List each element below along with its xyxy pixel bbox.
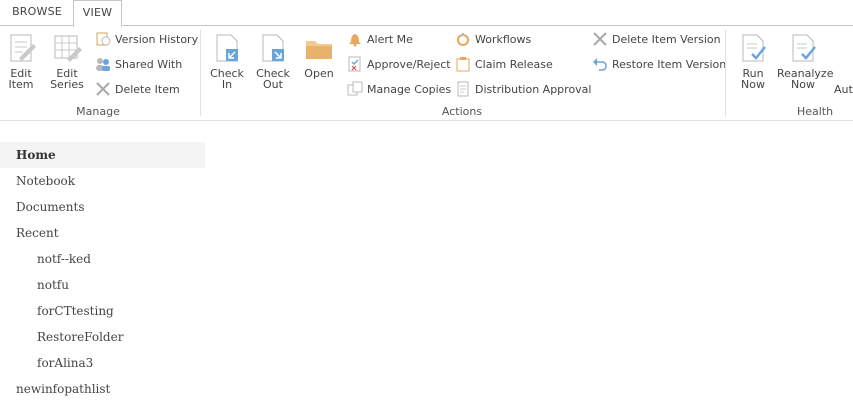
shared-with-icon	[95, 56, 111, 72]
workflows-icon	[455, 31, 471, 47]
open-button[interactable]: Open	[300, 32, 338, 79]
reanalyze-now-icon	[787, 32, 819, 64]
delete-item-version-label: Delete Item Version	[612, 33, 721, 46]
auto-button[interactable]: Auto	[834, 84, 853, 95]
tab-view[interactable]: VIEW	[73, 0, 122, 27]
open-label: Open	[304, 67, 334, 80]
restore-item-version-label: Restore Item Version	[612, 58, 727, 71]
check-out-label: Check Out	[256, 67, 290, 91]
nav-item-recent-forcttesting[interactable]: forCTtesting	[0, 298, 205, 324]
group-divider	[200, 30, 201, 116]
workflows-label: Workflows	[475, 33, 532, 46]
nav-item-newinfopathlist[interactable]: newinfopathlist	[0, 376, 205, 402]
check-out-button[interactable]: Check Out	[254, 32, 292, 90]
actions-group-label: Actions	[441, 105, 483, 118]
shared-with-button[interactable]: Shared With	[95, 56, 182, 74]
reanalyze-now-label: Reanalyze Now	[777, 67, 834, 91]
approve-reject-label: Approve/Reject	[367, 58, 451, 71]
group-divider	[725, 30, 726, 116]
edit-item-icon	[5, 32, 37, 64]
check-in-button[interactable]: Check In	[208, 32, 246, 90]
health-group-label: Health	[796, 105, 834, 118]
alert-me-button[interactable]: Alert Me	[347, 31, 413, 49]
run-now-button[interactable]: Run Now	[734, 32, 772, 90]
edit-series-label: Edit Series	[50, 67, 84, 91]
distribution-approval-label: Distribution Approval	[475, 83, 592, 96]
approve-reject-icon	[347, 56, 363, 72]
claim-release-icon	[455, 56, 471, 72]
ribbon: Edit Item Edit Series Version History Sh…	[0, 26, 853, 121]
manage-copies-button[interactable]: Manage Copies	[347, 81, 451, 99]
edit-series-icon	[51, 32, 83, 64]
alert-me-label: Alert Me	[367, 33, 413, 46]
check-in-icon	[211, 32, 243, 64]
delete-item-button[interactable]: Delete Item	[95, 81, 180, 99]
edit-item-button[interactable]: Edit Item	[2, 32, 40, 90]
delete-item-version-button[interactable]: Delete Item Version	[592, 31, 721, 49]
nav-item-documents[interactable]: Documents	[0, 194, 205, 220]
close-icon	[95, 81, 111, 97]
tab-browse[interactable]: BROWSE	[6, 0, 68, 24]
distribution-approval-icon	[455, 81, 471, 97]
nav-item-recent-notfu[interactable]: notfu	[0, 272, 205, 298]
nav-item-notebook[interactable]: Notebook	[0, 168, 205, 194]
bell-icon	[347, 31, 363, 47]
shared-with-label: Shared With	[115, 58, 183, 71]
claim-release-button[interactable]: Claim Release	[455, 56, 553, 74]
check-out-icon	[257, 32, 289, 64]
nav-item-home[interactable]: Home	[0, 142, 205, 168]
version-history-label: Version History	[115, 33, 199, 46]
workflows-button[interactable]: Workflows	[455, 31, 531, 49]
nav-item-recent-foralina3[interactable]: forAlina3	[0, 350, 205, 376]
close-icon	[592, 31, 608, 47]
approve-reject-button[interactable]: Approve/Reject	[347, 56, 451, 74]
distribution-approval-button[interactable]: Distribution Approval	[455, 81, 591, 99]
nav-item-recent[interactable]: Recent	[0, 220, 205, 246]
auto-label: Auto	[834, 84, 853, 95]
check-in-label: Check In	[210, 67, 244, 91]
claim-release-label: Claim Release	[475, 58, 553, 71]
run-now-label: Run Now	[741, 67, 765, 91]
delete-item-label: Delete Item	[115, 83, 180, 96]
left-navigation: Home Notebook Documents Recent notf--ked…	[0, 142, 205, 402]
edit-series-button[interactable]: Edit Series	[48, 32, 86, 90]
folder-icon	[303, 32, 335, 64]
manage-copies-label: Manage Copies	[367, 83, 452, 96]
nav-item-recent-restorefolder[interactable]: RestoreFolder	[0, 324, 205, 350]
version-history-icon	[95, 31, 111, 47]
manage-group-label: Manage	[76, 105, 120, 118]
edit-item-label: Edit Item	[8, 67, 34, 91]
version-history-button[interactable]: Version History	[95, 31, 198, 49]
run-now-icon	[737, 32, 769, 64]
manage-copies-icon	[347, 81, 363, 97]
undo-icon	[592, 56, 608, 72]
ribbon-tab-bar: BROWSE VIEW	[0, 0, 853, 27]
restore-item-version-button[interactable]: Restore Item Version	[592, 56, 726, 74]
reanalyze-now-button[interactable]: Reanalyze Now	[776, 32, 834, 91]
nav-item-recent-notf-ked[interactable]: notf--ked	[0, 246, 205, 272]
